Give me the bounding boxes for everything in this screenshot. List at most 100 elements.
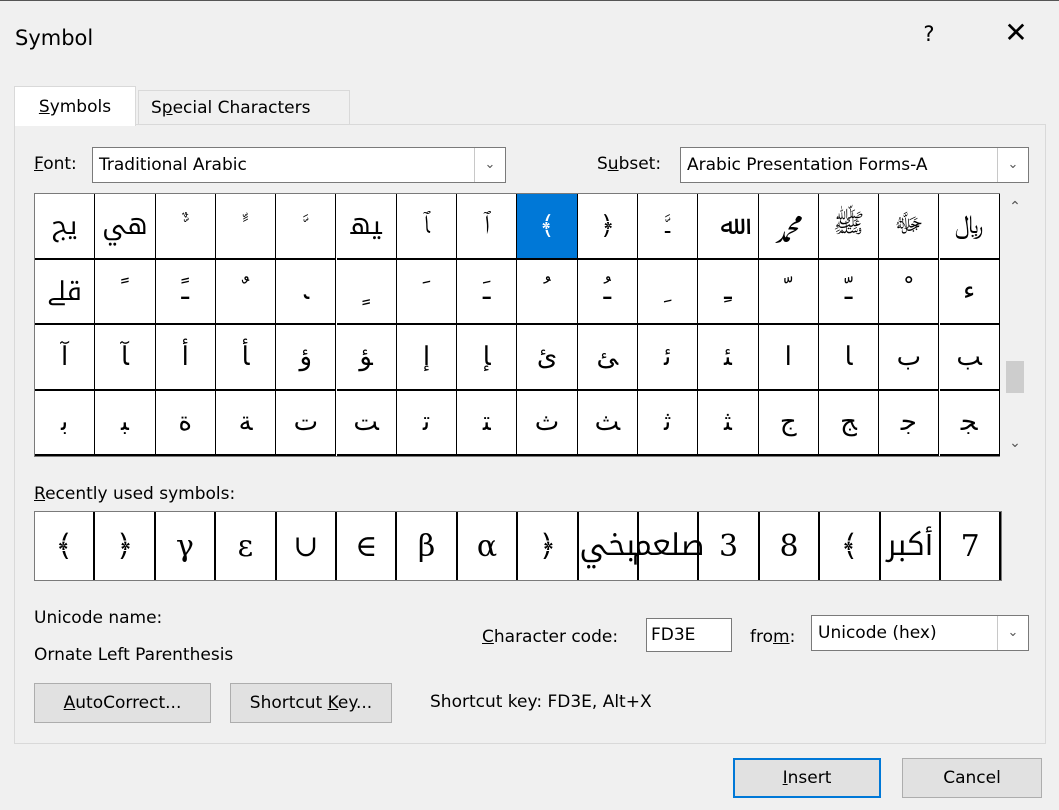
- symbol-cell[interactable]: ﺝ: [758, 390, 819, 456]
- symbol-cell[interactable]: ﺎ: [818, 325, 880, 391]
- symbol-grid[interactable]: ﱕ ﱔ ﱞ ﱟ ﱠ ﳱ ﭑ ﭐ ﴾ ﴿ ﳲ ﷲ ﷴ ﷺ ﷻ ﷼ ﷱ ﹰ ﹱ ﹲ ﹳ ﹴ ﹶ ﹷ ﹸ ﹹ ﹺ ﹻ ﹼ ﹽ ﹾ ﺀ ﺁ ﺂ ﺃ ﺄ ﺅ ﺆ ﺇ ﺈ…: [34, 193, 1000, 457]
- recent-symbol-cell[interactable]: ﶞ: [579, 512, 639, 580]
- symbol-cell[interactable]: ﹽ: [818, 259, 880, 325]
- recent-symbol-cell[interactable]: 8: [760, 512, 821, 580]
- recent-symbol-cell[interactable]: γ: [156, 512, 217, 580]
- character-code-input[interactable]: FD3E: [646, 618, 732, 652]
- symbol-cell[interactable]: ﹹ: [577, 259, 638, 325]
- symbol-cell[interactable]: ﺠ: [939, 390, 1000, 456]
- recent-symbol-cell[interactable]: ∈: [337, 512, 398, 580]
- symbol-cell[interactable]: ﹸ: [517, 259, 578, 325]
- symbol-cell[interactable]: ﺅ: [276, 325, 337, 391]
- symbol-cell[interactable]: ﹲ: [215, 259, 277, 325]
- recent-symbol-cell[interactable]: ε: [216, 512, 277, 580]
- symbol-cell[interactable]: ﺆ: [336, 325, 397, 391]
- symbol-cell[interactable]: ﺍ: [758, 325, 819, 391]
- symbol-cell[interactable]: ﺑ: [35, 390, 96, 456]
- symbol-cell[interactable]: ﺋ: [638, 325, 699, 391]
- symbol-cell[interactable]: ﺃ: [155, 325, 216, 391]
- subset-select[interactable]: Arabic Presentation Forms-A ⌄: [680, 147, 1029, 183]
- scrollbar-thumb[interactable]: [1006, 361, 1024, 393]
- symbol-cell[interactable]: ﹾ: [879, 259, 940, 325]
- symbol-cell[interactable]: ﺗ: [396, 390, 458, 456]
- symbol-cell[interactable]: ﺉ: [517, 325, 578, 391]
- shortcut-key-button[interactable]: Shortcut Key...: [230, 683, 392, 723]
- symbol-cell[interactable]: ﹺ: [638, 259, 699, 325]
- recent-symbol-cell[interactable]: ﴿: [95, 512, 156, 580]
- symbol-cell[interactable]: ﱟ: [215, 194, 277, 260]
- symbol-cell[interactable]: ﷱ: [35, 259, 96, 325]
- recent-symbol-cell[interactable]: α: [458, 512, 519, 580]
- symbol-cell[interactable]: ﹱ: [155, 259, 216, 325]
- symbol-cell[interactable]: ﹰ: [95, 259, 156, 325]
- insert-button[interactable]: Insert: [733, 758, 881, 798]
- symbol-cell[interactable]: ﺊ: [577, 325, 638, 391]
- symbol-cell[interactable]: ﺖ: [336, 390, 397, 456]
- recent-symbol-cell[interactable]: ﷵ: [632, 512, 704, 580]
- symbol-cell[interactable]: ﺀ: [939, 259, 1000, 325]
- symbol-cell[interactable]: ﺘ: [457, 390, 518, 456]
- symbol-cell[interactable]: ﺌ: [698, 325, 759, 391]
- recent-symbol-cell[interactable]: 3: [699, 512, 760, 580]
- symbol-cell[interactable]: ﺏ: [879, 325, 940, 391]
- symbol-cell[interactable]: ﱔ: [95, 194, 156, 260]
- tab-symbols[interactable]: Symbols: [14, 86, 136, 126]
- symbol-cell[interactable]: ﷻ: [879, 194, 940, 260]
- help-button[interactable]: ?: [919, 22, 939, 46]
- symbol-cell[interactable]: ﹳ: [276, 259, 337, 325]
- symbol-cell[interactable]: ﴾: [517, 194, 578, 260]
- recent-symbol-cell[interactable]: 7: [941, 512, 1002, 580]
- font-select[interactable]: Traditional Arabic ⌄: [92, 147, 506, 183]
- symbol-cell[interactable]: ﴿: [577, 194, 638, 260]
- symbol-cell[interactable]: ﳱ: [336, 194, 397, 260]
- chevron-down-icon[interactable]: ⌄: [997, 148, 1028, 182]
- cancel-button[interactable]: Cancel: [902, 758, 1042, 798]
- close-button[interactable]: ✕: [1001, 16, 1031, 49]
- autocorrect-button[interactable]: AutoCorrect...: [34, 683, 211, 723]
- grid-scrollbar[interactable]: ⌃ ⌄: [1002, 193, 1028, 457]
- symbol-cell[interactable]: ﹶ: [396, 259, 458, 325]
- symbol-cell[interactable]: ﺂ: [95, 325, 156, 391]
- symbol-cell[interactable]: ﹴ: [336, 259, 397, 325]
- symbol-cell[interactable]: ﷼: [939, 194, 1000, 260]
- symbol-cell[interactable]: ﺄ: [215, 325, 277, 391]
- symbol-cell[interactable]: ﺐ: [939, 325, 1000, 391]
- recent-symbol-cell[interactable]: ﴿: [518, 512, 579, 580]
- scroll-down-icon[interactable]: ⌄: [1002, 435, 1028, 451]
- from-select[interactable]: Unicode (hex) ⌄: [811, 615, 1029, 651]
- symbol-cell[interactable]: ﱞ: [155, 194, 216, 260]
- symbol-cell[interactable]: ﺈ: [457, 325, 518, 391]
- symbol-cell[interactable]: ﺚ: [577, 390, 638, 456]
- symbol-cell[interactable]: ﷴ: [758, 194, 819, 260]
- symbol-cell[interactable]: ﺟ: [879, 390, 940, 456]
- recent-symbol-cell[interactable]: ﷳ: [881, 512, 941, 580]
- symbol-cell[interactable]: ﹷ: [457, 259, 518, 325]
- chevron-down-icon[interactable]: ⌄: [474, 148, 505, 182]
- symbol-cell[interactable]: ﺞ: [818, 390, 880, 456]
- recent-symbol-cell[interactable]: ﴾: [820, 512, 881, 580]
- symbol-cell[interactable]: ﱠ: [276, 194, 337, 260]
- symbol-cell[interactable]: ﳲ: [638, 194, 699, 260]
- recent-symbol-cell[interactable]: β: [397, 512, 458, 580]
- tab-special-characters[interactable]: Special Characters: [138, 90, 350, 125]
- symbol-cell[interactable]: ﹻ: [698, 259, 759, 325]
- symbol-cell[interactable]: ﺕ: [276, 390, 337, 456]
- recent-symbols[interactable]: ﴾ ﴿ γ ε ∪ ∈ β α ﴿ ﶞ ﷵ 3 8 ﴾ ﷳ 7: [34, 511, 1002, 581]
- symbol-cell[interactable]: ﺛ: [638, 390, 699, 456]
- recent-symbol-cell[interactable]: ﴾: [35, 512, 96, 580]
- scroll-up-icon[interactable]: ⌃: [1002, 199, 1028, 215]
- chevron-down-icon[interactable]: ⌄: [997, 616, 1028, 650]
- symbol-cell[interactable]: ﷲ: [698, 194, 759, 260]
- symbol-cell[interactable]: ﹼ: [758, 259, 819, 325]
- symbol-cell[interactable]: ﭑ: [396, 194, 458, 260]
- symbol-cell[interactable]: ﭐ: [457, 194, 518, 260]
- symbol-cell[interactable]: ﺜ: [698, 390, 759, 456]
- symbol-cell[interactable]: ﺇ: [396, 325, 458, 391]
- symbol-cell[interactable]: ﷺ: [818, 194, 880, 260]
- symbol-cell[interactable]: ﺒ: [95, 390, 156, 456]
- symbol-cell[interactable]: ﺓ: [155, 390, 216, 456]
- recent-symbol-cell[interactable]: ∪: [277, 512, 337, 580]
- symbol-cell[interactable]: ﱕ: [35, 194, 96, 260]
- symbol-cell[interactable]: ﺁ: [35, 325, 96, 391]
- symbol-cell[interactable]: ﺔ: [215, 390, 277, 456]
